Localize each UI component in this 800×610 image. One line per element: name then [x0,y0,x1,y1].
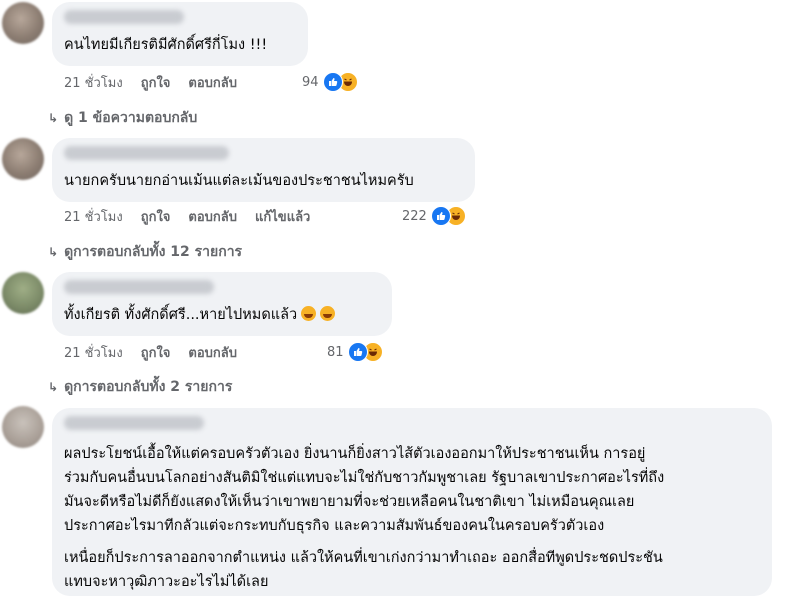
commenter-name[interactable] [64,10,184,24]
like-icon [430,206,451,226]
cut-off-actions [60,600,760,610]
avatar[interactable] [2,272,44,314]
like-button[interactable]: ถูกใจ [141,342,171,363]
avatar[interactable] [2,406,44,448]
reaction-summary[interactable]: 222 [402,206,466,226]
like-button[interactable]: ถูกใจ [141,72,171,93]
comment-time[interactable]: 21 ชั่วโมง [64,206,123,227]
reaction-summary[interactable]: 94 [302,72,358,92]
comment-bubble: นายกครับนายกอ่านเม้นแต่ละเม้นของประชาชนไ… [52,138,475,202]
commenter-name[interactable] [64,280,214,294]
like-button[interactable]: ถูกใจ [141,206,171,227]
comment-time[interactable]: 21 ชั่วโมง [64,72,123,93]
reply-button[interactable]: ตอบกลับ [188,72,237,93]
comment-line: ผลประโยชน์เอื้อให้แต่ครอบครัวตัวเอง ยิ่ง… [64,446,646,462]
reaction-count: 81 [327,344,344,360]
reply-arrow-icon: ↳ [48,245,59,259]
reply-arrow-icon: ↳ [48,111,59,125]
comment-text: ทั้งเกียรติ ทั้งศักดิ์ศรี...หายไปหมดแล้ว [64,307,298,323]
like-icon [347,342,368,362]
reply-button[interactable]: ตอบกลับ [188,206,237,227]
commenter-name[interactable] [64,416,204,430]
reaction-summary[interactable]: 81 [327,342,383,362]
reaction-count: 222 [402,208,427,224]
commenter-name[interactable] [64,146,229,160]
comment-line: แทบจะหาวุฒิภาวะอะไรไม่ได้เลย [64,574,269,590]
view-replies-link[interactable]: ↳ ดู 1 ข้อความตอบกลับ [48,107,197,129]
comment-actions: 21 ชั่วโมง ถูกใจ ตอบกลับ แก้ไขแล้ว [64,205,328,227]
comment-paragraph-2: เหนื่อยก็ประการลาออกจากตำแหน่ง แล้วให้คน… [64,546,760,594]
comment-paragraph-1: ผลประโยชน์เอื้อให้แต่ครอบครัวตัวเอง ยิ่ง… [64,442,760,538]
comment-text: คนไทยมีเกียรติมีศักดิ์ศรีกี่โมง !!! [64,37,268,53]
comment-text-row: ทั้งเกียรติ ทั้งศักดิ์ศรี...หายไปหมดแล้ว [64,304,380,327]
comment-actions: 21 ชั่วโมง ถูกใจ ตอบกลับ [64,71,255,93]
view-replies-link[interactable]: ↳ ดูการตอบกลับทั้ง 2 รายการ [48,376,232,398]
reply-arrow-icon: ↳ [48,380,59,394]
edited-label: แก้ไขแล้ว [255,209,311,225]
comment-actions: 21 ชั่วโมง ถูกใจ ตอบกลับ [64,341,255,363]
view-replies-link[interactable]: ↳ ดูการตอบกลับทั้ง 12 รายการ [48,241,242,263]
comment-line: เหนื่อยก็ประการลาออกจากตำแหน่ง แล้วให้คน… [64,550,663,566]
comment-text: นายกครับนายกอ่านเม้นแต่ละเม้นของประชาชนไ… [64,173,414,189]
comment-bubble: ทั้งเกียรติ ทั้งศักดิ์ศรี...หายไปหมดแล้ว [52,272,392,336]
comment-bubble: คนไทยมีเกียรติมีศักดิ์ศรีกี่โมง !!! [52,2,308,66]
reply-button[interactable]: ตอบกลับ [188,342,237,363]
comment-line: ประกาศอะไรมาทีกลัวแต่จะกระทบกับธุรกิจ แล… [64,518,605,534]
comment-bubble: ผลประโยชน์เอื้อให้แต่ครอบครัวตัวเอง ยิ่ง… [52,408,772,596]
comment-time[interactable]: 21 ชั่วโมง [64,342,123,363]
view-replies-label: ดูการตอบกลับทั้ง 2 รายการ [64,379,233,395]
comment-line: มันจะดีหรือไม่ดีก็ยังแสดงให้เห็นว่าเขาพย… [64,494,635,510]
view-replies-label: ดูการตอบกลับทั้ง 12 รายการ [64,244,243,260]
like-icon [322,72,343,92]
weary-face-icon [320,306,336,321]
avatar[interactable] [2,2,44,44]
view-replies-label: ดู 1 ข้อความตอบกลับ [64,110,198,126]
reaction-count: 94 [302,74,319,90]
avatar[interactable] [2,138,44,180]
comment-line: ร่วมกับคนอื่นบนโลกอย่างสันติมิใช่แต่แทบจ… [64,470,665,486]
weary-face-icon [301,306,317,321]
